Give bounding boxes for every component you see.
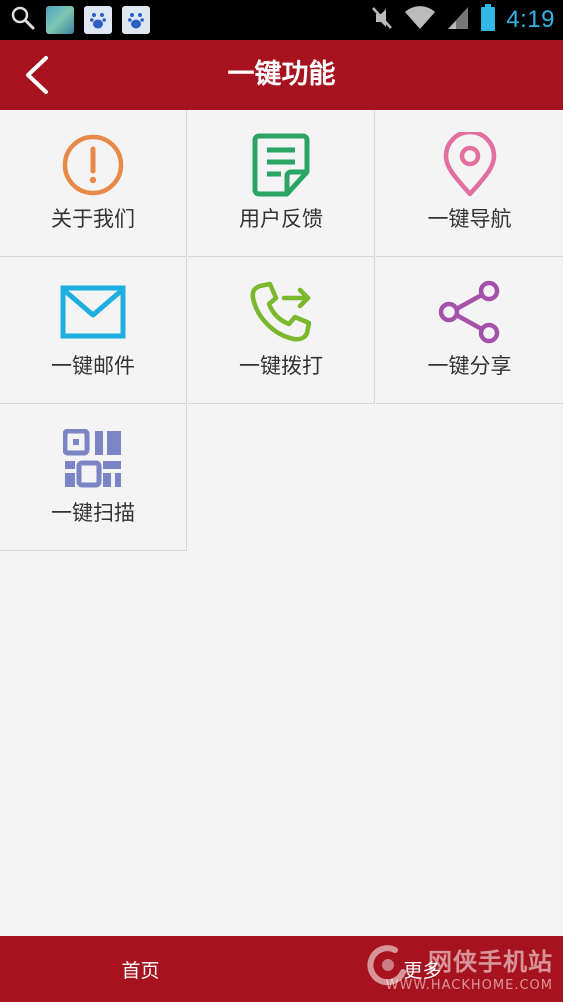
grid-item-navigation[interactable]: 一键导航 xyxy=(376,110,563,257)
watermark: 网侠手机站 WWW.HACKHOME.COM xyxy=(357,936,557,1002)
wifi-icon xyxy=(404,5,436,35)
grid-item-label: 一键扫描 xyxy=(51,501,135,525)
status-bar: 4:19 xyxy=(0,0,563,40)
qr-code-icon xyxy=(60,426,126,492)
back-button[interactable] xyxy=(14,52,58,98)
grid-item-label: 一键拨打 xyxy=(239,354,323,378)
bottom-tab-bar: 首页 更多 网侠手机站 WWW.HACKHOME.COM xyxy=(0,936,563,1002)
signal-icon xyxy=(446,5,470,35)
grid-item-call[interactable]: 一键拨打 xyxy=(188,257,375,404)
tab-home[interactable]: 首页 xyxy=(0,936,281,1002)
share-icon xyxy=(437,279,503,345)
battery-icon xyxy=(480,4,496,36)
watermark-text: 网侠手机站 xyxy=(428,948,553,976)
status-bar-notifications xyxy=(10,5,150,35)
chevron-left-icon xyxy=(26,56,48,94)
page-title: 一键功能 xyxy=(227,59,336,90)
grid-item-about-us[interactable]: 关于我们 xyxy=(0,110,187,257)
grid-item-scan[interactable]: 一键扫描 xyxy=(0,404,187,551)
phone-forward-icon xyxy=(248,279,314,345)
grid-item-label: 一键邮件 xyxy=(51,354,135,378)
status-bar-system: 4:19 xyxy=(370,4,555,36)
grid-item-label: 一键分享 xyxy=(427,354,512,378)
photo-thumbnail-icon xyxy=(46,6,74,34)
grid-item-label: 关于我们 xyxy=(51,207,135,231)
feedback-note-icon xyxy=(248,132,314,198)
envelope-icon xyxy=(60,279,126,345)
grid-item-email[interactable]: 一键邮件 xyxy=(0,257,187,404)
baidu-icon xyxy=(84,6,112,34)
grid-item-share[interactable]: 一键分享 xyxy=(376,257,563,404)
baidu-icon xyxy=(122,6,150,34)
map-pin-icon xyxy=(437,132,503,198)
mute-icon xyxy=(370,5,394,35)
clock: 4:19 xyxy=(506,6,555,33)
grid-item-feedback[interactable]: 用户反馈 xyxy=(188,110,375,257)
watermark-url: WWW.HACKHOME.COM xyxy=(385,978,553,993)
grid-item-label: 用户反馈 xyxy=(239,207,323,231)
grid-item-label: 一键导航 xyxy=(427,207,512,231)
search-icon xyxy=(10,5,36,35)
title-bar: 一键功能 xyxy=(0,40,563,110)
info-circle-icon xyxy=(60,132,126,198)
